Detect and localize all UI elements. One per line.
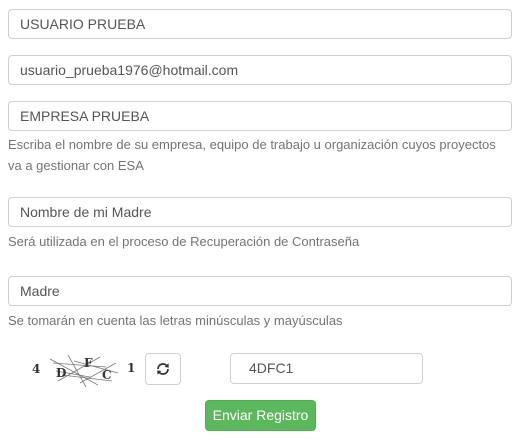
username-field[interactable]: USUARIO PRUEBA (8, 9, 512, 39)
security-answer-field[interactable]: Madre (8, 276, 512, 306)
captcha-char: 4 (32, 362, 40, 376)
email-field[interactable]: usuario_prueba1976@hotmail.com (8, 55, 512, 85)
captcha-input[interactable]: 4DFC1 (230, 353, 423, 384)
security-question-help-text: Será utilizada en el proceso de Recupera… (8, 234, 360, 249)
refresh-icon (157, 363, 169, 375)
submit-registration-button[interactable]: Enviar Registro (205, 400, 316, 431)
company-field[interactable]: EMPRESA PRUEBA (8, 101, 512, 131)
captcha-char: C (102, 368, 112, 382)
security-question-field[interactable]: Nombre de mi Madre (8, 197, 512, 227)
refresh-captcha-button[interactable] (145, 353, 181, 385)
captcha-char: 1 (127, 361, 135, 375)
security-answer-help-text: Se tomarán en cuenta las letras minúscul… (8, 313, 343, 328)
captcha-char: F (84, 356, 93, 370)
company-help-text: Escriba el nombre de su empresa, equipo … (8, 137, 496, 173)
captcha-image: 4 D F C 1 (32, 354, 135, 388)
captcha-char: D (56, 366, 66, 380)
